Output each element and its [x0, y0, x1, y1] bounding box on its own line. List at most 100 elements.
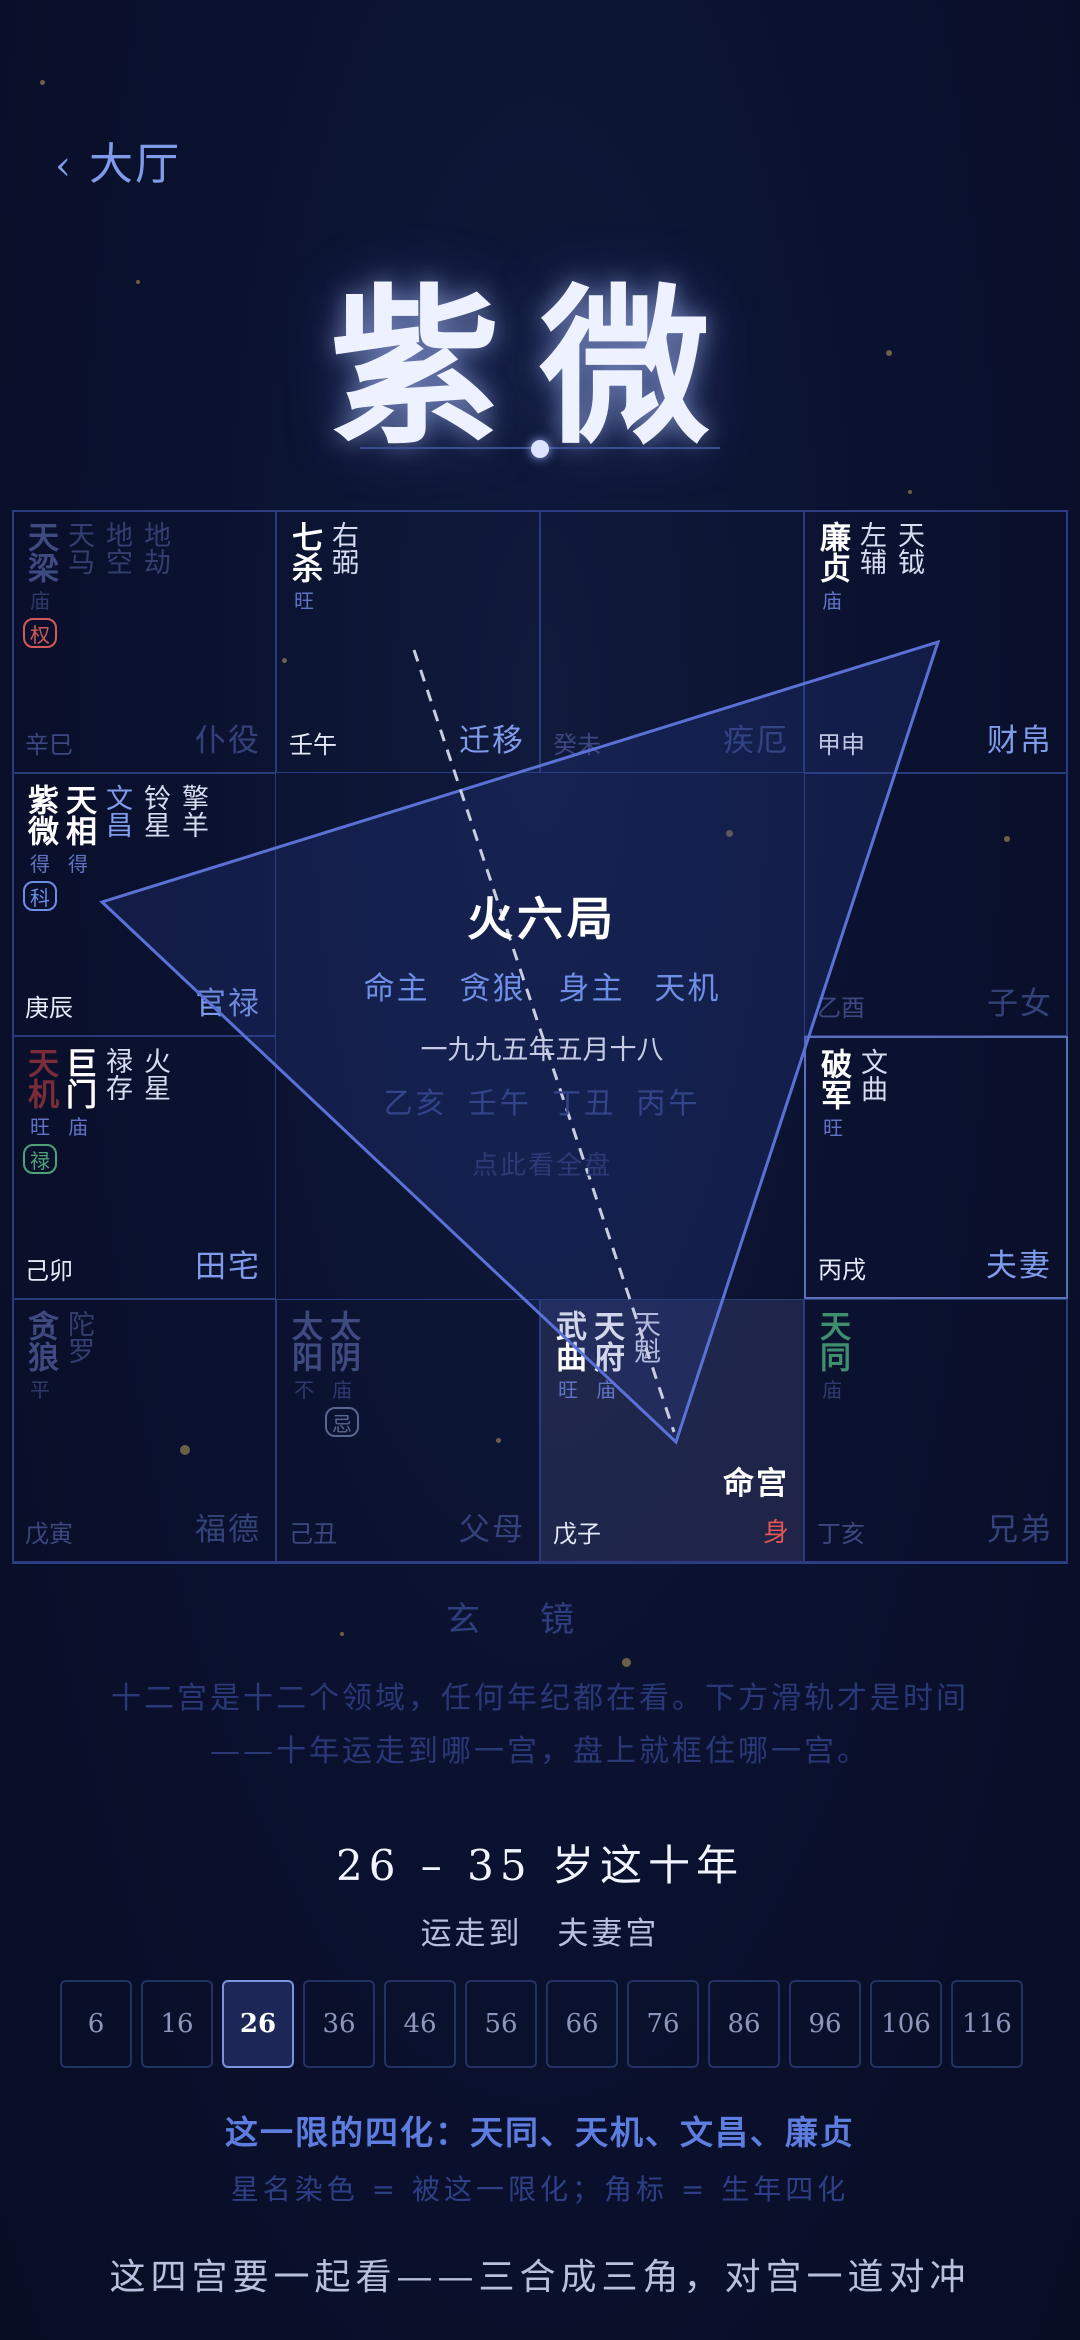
star-name: 擎羊 — [177, 784, 208, 838]
star-name: 天魁 — [629, 1310, 660, 1364]
star-name: 地空 — [101, 521, 132, 575]
chevron-left-icon: ‹ — [55, 143, 73, 189]
decade-age-option[interactable]: 46 — [384, 1980, 456, 2068]
palace-仆役[interactable]: 天梁庙权天马 地空 地劫 辛巳 仆役 — [12, 510, 276, 773]
view-full-chart-link[interactable]: 点此看全盘 — [278, 1145, 806, 1182]
star-brightness: 庙 — [822, 589, 842, 613]
star-name: 文昌 — [101, 784, 132, 838]
star-brightness: 庙 — [822, 1378, 842, 1402]
star-brightness: 得 — [30, 852, 50, 876]
decade-age-option[interactable]: 36 — [303, 1980, 375, 2068]
star: 铃星 — [137, 784, 171, 911]
palace-疾厄[interactable]: 癸未 疾厄 — [540, 510, 804, 773]
star: 太阳不 — [286, 1310, 322, 1437]
palace-ganzhi: 壬午 — [289, 731, 337, 759]
star-name: 天马 — [63, 521, 94, 575]
palace-ganzhi: 己卯 — [25, 1257, 73, 1285]
palace-父母[interactable]: 太阳不太阴庙忌己丑 父母 — [276, 1299, 540, 1562]
palace-name: 夫妻 — [986, 1248, 1052, 1284]
decade-range: 26 – 35 岁这十年 — [336, 1841, 744, 1890]
palace-子女[interactable]: 乙酉 子女 — [804, 773, 1068, 1036]
palace-name: 田宅 — [195, 1249, 261, 1285]
star: 文曲 — [854, 1048, 888, 1141]
star-name: 右弼 — [327, 521, 358, 575]
palace-stars: 天同庙 — [814, 1310, 850, 1403]
star-name: 紫微 — [22, 784, 58, 846]
ju-label: 火六局 — [467, 892, 617, 946]
palace-ganzhi: 乙酉 — [817, 994, 865, 1022]
star-brightness: 庙 — [68, 1115, 88, 1139]
star-name: 左辅 — [855, 521, 886, 575]
decade-age-option[interactable]: 16 — [141, 1980, 213, 2068]
star: 天魁 — [627, 1310, 661, 1403]
palace-ganzhi: 甲申 — [817, 731, 865, 759]
palace-name: 子女 — [987, 986, 1053, 1022]
star-brightness: 旺 — [294, 589, 314, 613]
decade-age-option[interactable]: 116 — [951, 1980, 1023, 2068]
mirror-line-1: 十二宫是十二个领域，任何年纪都在看。下方滑轨才是时间 — [111, 1681, 969, 1716]
star: 巨门庙 — [60, 1047, 96, 1174]
decade-slider[interactable]: 6 16 26 36 46 56 66 76 86 96 106 116 — [60, 1980, 1023, 2068]
sihua-badge: 忌 — [325, 1407, 359, 1437]
star-name: 禄存 — [101, 1047, 132, 1101]
star-name: 地劫 — [139, 521, 170, 575]
star: 破军旺 — [815, 1048, 851, 1141]
palace-ganzhi: 戊子 — [553, 1520, 601, 1548]
mirror-description: 十二宫是十二个领域，任何年纪都在看。下方滑轨才是时间 ——十年运走到哪一宫，盘上… — [60, 1672, 1020, 1778]
palace-福德[interactable]: 贪狼平陀罗 戊寅 福德 — [12, 1299, 276, 1562]
bg-dot — [622, 1658, 631, 1667]
palace-ganzhi: 辛巳 — [25, 731, 73, 759]
bg-dot — [40, 80, 45, 85]
star: 禄存 — [99, 1047, 133, 1174]
star: 左辅 — [853, 521, 887, 614]
palace-stars: 贪狼平陀罗 — [22, 1310, 95, 1403]
star-brightness: 庙 — [596, 1378, 616, 1402]
star-name: 火星 — [139, 1047, 170, 1101]
decade-age-option[interactable]: 26 — [222, 1980, 294, 2068]
palace-name: 命宫 — [723, 1466, 789, 1502]
palace-name: 疾厄 — [723, 723, 789, 759]
palace-命宫[interactable]: 武曲旺天府庙天魁 戊子 命宫身 — [540, 1299, 804, 1562]
palace-name: 迁移 — [459, 723, 525, 759]
decade-age-option[interactable]: 96 — [789, 1980, 861, 2068]
decade-age-option[interactable]: 76 — [627, 1980, 699, 2068]
star: 右弼 — [325, 521, 359, 614]
star-name: 天梁 — [22, 521, 58, 583]
star-name: 铃星 — [139, 784, 170, 838]
star-brightness: 庙 — [332, 1378, 352, 1402]
decade-age-option[interactable]: 56 — [465, 1980, 537, 2068]
star-name: 贪狼 — [22, 1310, 58, 1372]
back-to-hall-link[interactable]: ‹ 大厅 — [55, 128, 181, 192]
star: 擎羊 — [175, 784, 209, 911]
palace-ganzhi: 癸未 — [553, 731, 601, 759]
decade-palace: 运走到 夫妻宫 — [420, 1916, 660, 1952]
star-brightness: 旺 — [558, 1378, 578, 1402]
star-name: 文曲 — [856, 1048, 887, 1102]
star: 武曲旺 — [550, 1310, 586, 1403]
center-info-panel[interactable]: 火六局 命主 贪狼 身主 天机 一九九五年五月十八 乙亥 壬午 丁丑 丙午 点此… — [278, 775, 806, 1301]
sihua-badge: 权 — [23, 618, 57, 648]
palace-财帛[interactable]: 廉贞庙左辅 天钺 甲申 财帛 — [804, 510, 1068, 773]
palace-ganzhi: 丁亥 — [817, 1520, 865, 1548]
decade-age-option[interactable]: 66 — [546, 1980, 618, 2068]
decade-age-option[interactable]: 106 — [870, 1980, 942, 2068]
palace-田宅[interactable]: 天机旺禄巨门庙禄存 火星 己卯 田宅 — [12, 1036, 276, 1299]
palace-官禄[interactable]: 紫微得科天相得文昌 铃星 擎羊 庚辰 官禄 — [12, 773, 276, 1036]
palace-stars: 太阳不太阴庙忌 — [286, 1310, 360, 1437]
star: 贪狼平 — [22, 1310, 58, 1403]
palace-迁移[interactable]: 七杀旺右弼壬午 迁移 — [276, 510, 540, 773]
palace-stars: 紫微得科天相得文昌 铃星 擎羊 — [22, 784, 209, 911]
star-name: 七杀 — [286, 521, 322, 583]
palace-兄弟[interactable]: 天同庙丁亥 兄弟 — [804, 1299, 1068, 1562]
palace-name: 仆役 — [195, 723, 261, 759]
star-name: 巨门 — [60, 1047, 96, 1109]
star: 天相得 — [60, 784, 96, 911]
palace-name: 财帛 — [987, 723, 1053, 759]
star-name: 天机 — [22, 1047, 58, 1109]
palace-ganzhi: 己丑 — [289, 1520, 337, 1548]
palace-夫妻[interactable]: 破军旺文曲 丙戌 夫妻 — [804, 1036, 1068, 1299]
decade-age-option[interactable]: 6 — [60, 1980, 132, 2068]
star: 陀罗 — [61, 1310, 95, 1403]
palace-stars: 天机旺禄巨门庙禄存 火星 — [22, 1047, 171, 1174]
decade-age-option[interactable]: 86 — [708, 1980, 780, 2068]
